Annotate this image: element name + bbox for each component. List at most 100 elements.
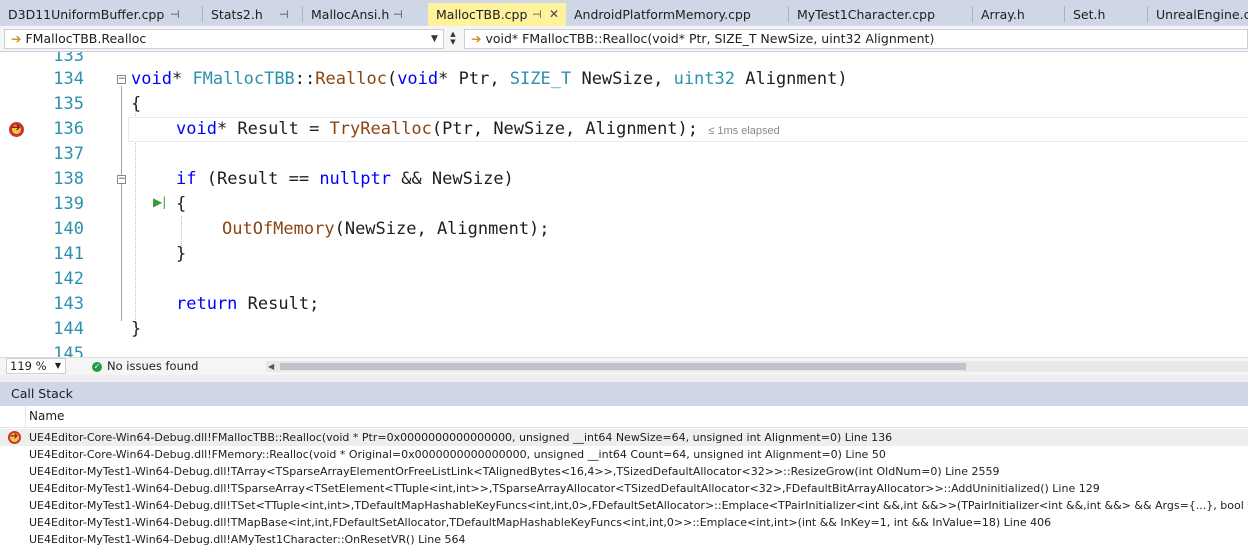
code-line: 144 }	[0, 317, 1248, 342]
line-number: 134	[53, 69, 84, 89]
call-stack-frame[interactable]: UE4Editor-MyTest1-Win64-Debug.dll!TMapBa…	[0, 514, 1248, 531]
tab-label: Set.h	[1073, 7, 1106, 22]
tab-array[interactable]: Array.h	[973, 3, 1064, 26]
code-text: void* Result = TryRealloc(Ptr, NewSize, …	[176, 119, 780, 139]
tab-set[interactable]: Set.h	[1065, 3, 1147, 26]
editor-status-bar: 119 % ▼ ✓ No issues found ◀	[0, 357, 1248, 375]
issues-status[interactable]: No issues found	[107, 358, 198, 375]
tab-label: AndroidPlatformMemory.cpp	[574, 7, 751, 22]
code-text: return Result;	[176, 294, 320, 314]
document-tab-strip: D3D11UniformBuffer.cpp ⊣ Stats2.h ⊣ Mall…	[0, 0, 1248, 26]
instruction-pointer-icon: ➜	[8, 431, 21, 444]
call-stack-title: Call Stack	[0, 382, 1248, 406]
code-text: void* FMallocTBB::Realloc(void* Ptr, SIZ…	[131, 69, 848, 89]
line-number: 135	[53, 94, 84, 114]
chevron-left-icon[interactable]: ◀	[268, 358, 274, 375]
arrow-right-icon: ➔	[471, 31, 482, 46]
code-line: 141 }	[0, 242, 1248, 267]
code-line: 142	[0, 267, 1248, 292]
call-stack-frame[interactable]: UE4Editor-Core-Win64-Debug.dll!FMemory::…	[0, 446, 1248, 463]
column-divider	[25, 406, 26, 428]
code-text: }	[176, 244, 187, 264]
code-line: 135 {	[0, 92, 1248, 117]
call-stack-frame[interactable]: UE4Editor-MyTest1-Win64-Debug.dll!TSpars…	[0, 480, 1248, 497]
scope-value: FMallocTBB.Realloc	[25, 31, 147, 46]
code-text: }	[131, 319, 142, 339]
line-number: 138	[53, 169, 84, 189]
call-stack-frame[interactable]: ➜ UE4Editor-Core-Win64-Debug.dll!FMalloc…	[0, 429, 1248, 446]
tab-label: MallocAnsi.h	[311, 7, 390, 22]
code-line: 134 − void* FMallocTBB::Realloc(void* Pt…	[0, 67, 1248, 92]
code-text: {	[176, 194, 187, 214]
line-number: 139	[53, 194, 84, 214]
tab-label: D3D11UniformBuffer.cpp	[8, 7, 165, 22]
zoom-dropdown[interactable]: 119 % ▼	[6, 358, 66, 374]
code-text: {	[131, 94, 142, 114]
call-stack-frame[interactable]: UE4Editor-MyTest1-Win64-Debug.dll!TSet<T…	[0, 497, 1248, 514]
call-stack-frame[interactable]: UE4Editor-MyTest1-Win64-Debug.dll!AMyTes…	[0, 531, 1248, 548]
tab-d3d11uniformbuffer[interactable]: D3D11UniformBuffer.cpp ⊣	[0, 3, 197, 26]
frame-text: UE4Editor-Core-Win64-Debug.dll!FMemory::…	[29, 448, 886, 461]
tab-androidplatformmemory[interactable]: AndroidPlatformMemory.cpp	[566, 3, 788, 26]
tab-malloctbb[interactable]: MallocTBB.cpp ⊣ ✕	[428, 3, 566, 26]
code-line: 139 ▶| {	[0, 192, 1248, 217]
code-line: 140 OutOfMemory(NewSize, Alignment);	[0, 217, 1248, 242]
pin-icon[interactable]: ⊣	[532, 3, 542, 26]
tab-label: MyTest1Character.cpp	[797, 7, 936, 22]
member-dropdown[interactable]: ➔ void* FMallocTBB::Realloc(void* Ptr, SI…	[464, 29, 1248, 49]
collapse-icon[interactable]: −	[117, 75, 126, 84]
code-text: OutOfMemory(NewSize, Alignment);	[222, 219, 550, 239]
frame-text: UE4Editor-MyTest1-Win64-Debug.dll!TSet<T…	[29, 499, 1248, 512]
perf-tip: ≤ 1ms elapsed	[708, 125, 780, 137]
tab-mallocansi[interactable]: MallocAnsi.h ⊣	[303, 3, 427, 26]
code-line: 145	[0, 342, 1248, 357]
tab-unrealengine[interactable]: UnrealEngine.cpp	[1148, 3, 1248, 26]
line-number: 137	[53, 144, 84, 164]
tab-label: MallocTBB.cpp	[436, 7, 528, 22]
run-to-click-icon[interactable]: ▶|	[153, 195, 166, 209]
scope-dropdown[interactable]: ➔ FMallocTBB.Realloc ▼	[4, 29, 444, 49]
scrollbar-thumb[interactable]	[280, 363, 966, 370]
frame-text: UE4Editor-MyTest1-Win64-Debug.dll!TMapBa…	[29, 516, 1052, 529]
check-circle-icon: ✓	[92, 362, 102, 372]
column-header-name[interactable]: Name	[0, 406, 1248, 428]
line-number: 143	[53, 294, 84, 314]
chevron-down-icon[interactable]: ▼	[55, 359, 61, 373]
tab-mytest1character[interactable]: MyTest1Character.cpp	[789, 3, 972, 26]
tab-label: Stats2.h	[211, 7, 263, 22]
code-text: if (Result == nullptr && NewSize)	[176, 169, 514, 189]
line-number: 136	[53, 119, 84, 139]
frame-text: UE4Editor-MyTest1-Win64-Debug.dll!AMyTes…	[29, 533, 466, 546]
line-number: 141	[53, 244, 84, 264]
code-line: 138 − if (Result == nullptr && NewSize)	[0, 167, 1248, 192]
pin-icon[interactable]: ⊣	[393, 3, 403, 26]
close-icon[interactable]: ✕	[549, 3, 559, 26]
line-number: 142	[53, 269, 84, 289]
panel-splitter[interactable]	[0, 375, 1248, 382]
pin-icon[interactable]: ⊣	[279, 3, 289, 26]
split-scroll-icon[interactable]: ▲ ▼	[446, 30, 460, 48]
tab-stats2[interactable]: Stats2.h ⊣	[203, 3, 301, 26]
navigation-bar: ➔ FMallocTBB.Realloc ▼ ▲ ▼ ➔ void* FMallocT…	[0, 26, 1248, 52]
code-line: 137	[0, 142, 1248, 167]
horizontal-scrollbar[interactable]: ◀	[266, 361, 1248, 372]
frame-text: UE4Editor-MyTest1-Win64-Debug.dll!TSpars…	[29, 482, 1100, 495]
code-editor[interactable]: 133 134 − void* FMallocTBB::Realloc(void…	[0, 52, 1248, 357]
zoom-value: 119 %	[10, 359, 47, 373]
member-value: void* FMallocTBB::Realloc(void* Ptr, SIZ…	[485, 31, 935, 46]
collapse-icon[interactable]: −	[117, 175, 126, 184]
line-number: 140	[53, 219, 84, 239]
frame-text: UE4Editor-MyTest1-Win64-Debug.dll!TArray…	[29, 465, 1000, 478]
line-number: 145	[53, 344, 84, 357]
instruction-pointer-icon[interactable]: ➜	[9, 120, 24, 137]
code-line: 143 return Result;	[0, 292, 1248, 317]
frame-text: UE4Editor-Core-Win64-Debug.dll!FMallocTB…	[29, 431, 893, 444]
line-number: 144	[53, 319, 84, 339]
arrow-right-icon: ➔	[11, 31, 22, 46]
pin-icon[interactable]: ⊣	[170, 3, 180, 26]
code-line-current: ➜ 136 void* Result = TryRealloc(Ptr, New…	[0, 117, 1248, 142]
call-stack-frame[interactable]: UE4Editor-MyTest1-Win64-Debug.dll!TArray…	[0, 463, 1248, 480]
tab-label: UnrealEngine.cpp	[1156, 7, 1248, 22]
tab-label: Array.h	[981, 7, 1025, 22]
chevron-down-icon[interactable]: ▼	[431, 30, 438, 48]
